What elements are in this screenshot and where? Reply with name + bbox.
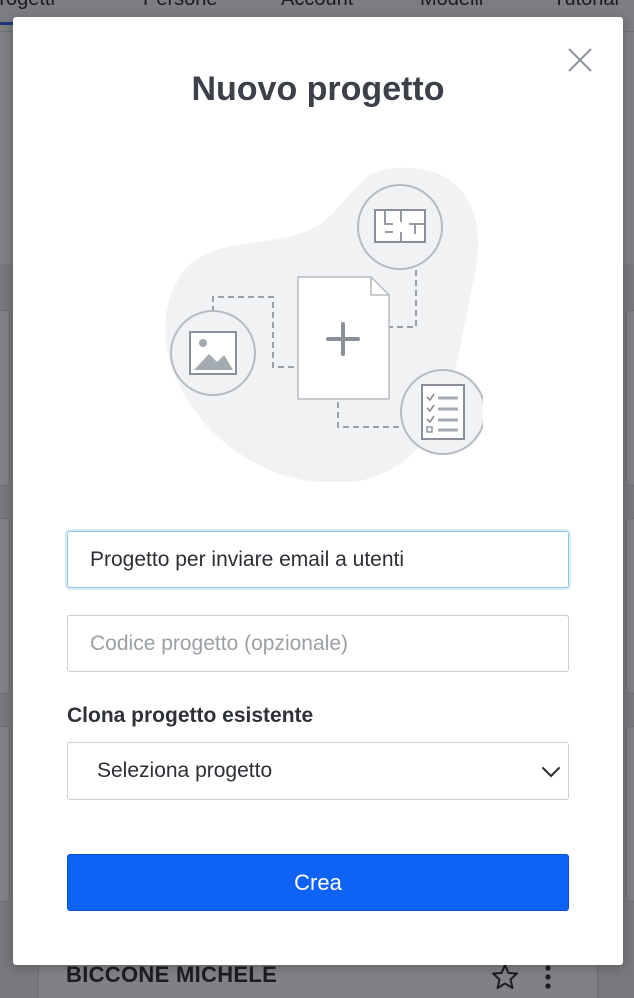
modal-title: Nuovo progetto <box>191 70 445 108</box>
clone-project-label: Clona progetto esistente <box>67 704 314 727</box>
person-name: BICCONE MICHELE <box>66 962 278 987</box>
new-project-illustration <box>165 167 483 482</box>
nav-tab-modelli[interactable]: Modelli <box>420 0 483 11</box>
nav-tab-progetti[interactable]: Progetti <box>0 0 55 25</box>
chevron-down-icon <box>542 767 560 777</box>
project-code-input[interactable] <box>67 615 569 672</box>
create-button[interactable]: Crea <box>67 854 569 911</box>
background-card <box>626 518 634 694</box>
background-card <box>0 518 10 694</box>
background-card <box>0 726 10 902</box>
background-card <box>626 310 634 486</box>
project-name-input[interactable] <box>67 531 569 588</box>
new-project-modal: Nuovo progetto Clona proget <box>13 17 623 965</box>
clone-project-selected-value: Seleziona progetto <box>97 759 273 782</box>
clone-project-select[interactable]: Seleziona progetto <box>67 742 569 800</box>
nav-tab-persone[interactable]: Persone <box>143 0 218 11</box>
background-card <box>0 310 10 486</box>
nav-tab-tutorial[interactable]: Tutorial <box>553 0 619 11</box>
nav-tab-account[interactable]: Account <box>281 0 353 11</box>
background-card <box>626 726 634 902</box>
star-icon[interactable] <box>490 962 520 992</box>
more-options-icon[interactable] <box>538 962 558 992</box>
